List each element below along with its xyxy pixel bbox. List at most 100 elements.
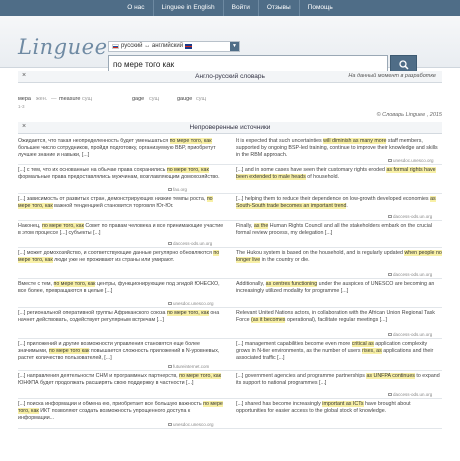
dict-translation-gauge[interactable]: gauge: [177, 96, 192, 102]
source-link[interactable]: futureinternet.com: [168, 364, 209, 369]
example-row: [...] с тем, что их основанные на обычае…: [18, 165, 442, 194]
russian-flag-icon: [112, 44, 119, 49]
russian-sentence[interactable]: Вместе с тем, по мере того, как центры, …: [18, 281, 224, 295]
sentence-text: [...] and in some cases have seen their …: [236, 167, 387, 173]
source-link[interactable]: daccess-ods.un.org: [388, 332, 432, 337]
nav-english[interactable]: Linguee in English: [154, 0, 224, 16]
russian-sentence[interactable]: [...] приложений и другие возможности уп…: [18, 341, 224, 363]
top-nav: О нас Linguee in English Войти Отзывы По…: [0, 0, 460, 16]
source-link[interactable]: unesdoc.unesco.org: [168, 422, 214, 427]
highlighted-phrase: по мере того, как: [53, 281, 96, 287]
highlighted-phrase: по мере того как: [48, 348, 90, 355]
highlighted-phrase: по мере того, как: [166, 167, 209, 173]
sentence-text: [...] поиска информации и обмена ею, при…: [18, 401, 204, 407]
source-link[interactable]: daccess-ods.un.org: [168, 241, 212, 246]
russian-sentence[interactable]: [...] может домохозяйство, и соответству…: [18, 250, 224, 264]
dictionary-section-header: × Англо-русский словарь На данный момент…: [18, 71, 442, 83]
sentence-text: [...] management capabilities become eve…: [236, 341, 352, 347]
sentence-text: Ожидается, что такая неопределенность бу…: [18, 138, 170, 144]
english-sentence[interactable]: [...] helping them to reduce their depen…: [236, 196, 442, 210]
sentence-text: [...] региональной оперативной группы Аф…: [18, 310, 167, 316]
sentence-text: Вместе с тем,: [18, 281, 54, 287]
sentence-text: [...] зависимость от развитых стран, дем…: [18, 196, 207, 202]
dict-tpos: сущ: [82, 96, 93, 102]
source-link[interactable]: daccess-ods.un.org: [388, 214, 432, 219]
sentence-text: важной тенденцией становится торговля Юг…: [52, 203, 174, 210]
language-select[interactable]: русский ↔ английский ▼: [108, 41, 240, 52]
dict-arrow: —: [51, 96, 57, 102]
dict-translation-measure[interactable]: measure: [59, 96, 80, 102]
search-icon: [398, 59, 409, 70]
russian-sentence[interactable]: [...] поиска информации и обмена ею, при…: [18, 401, 224, 423]
copyright: © Словарь Linguee , 2015: [376, 112, 442, 118]
highlighted-phrase: as UNFPA continues: [366, 373, 415, 379]
source-link[interactable]: unesdoc.unesco.org: [388, 158, 434, 163]
highlighted-phrase: will diminish as many more: [323, 138, 387, 144]
english-sentence[interactable]: Finally, as the Human Rights Council and…: [236, 223, 442, 237]
dict-translation-gage[interactable]: gage: [132, 96, 144, 102]
source-link[interactable]: daccess-ods.un.org: [388, 392, 432, 397]
english-sentence[interactable]: The Hukou system is based on the househo…: [236, 250, 442, 264]
sentence-text: .: [346, 203, 348, 210]
russian-sentence[interactable]: Наконец, по мере того, как Совет по прав…: [18, 223, 224, 237]
russian-sentence[interactable]: [...] региональной оперативной группы Аф…: [18, 310, 224, 324]
source-link[interactable]: unesdoc.unesco.org: [168, 301, 214, 306]
source-domain: daccess-ods.un.org: [393, 272, 433, 277]
example-row: [...] направления деятельности СНМ и про…: [18, 371, 442, 399]
sentence-text: большее число сотрудников, пройдя подгот…: [18, 145, 216, 159]
example-row: [...] зависимость от развитых стран, дем…: [18, 194, 442, 221]
external-link-icon: [388, 333, 392, 337]
sentence-text: of household.: [305, 174, 340, 181]
sentence-text: Наконец,: [18, 223, 42, 229]
english-sentence[interactable]: [...] and in some cases have seen their …: [236, 167, 442, 181]
sentence-text: ИКТ позволяют создать возможность упроще…: [18, 408, 191, 422]
external-link-icon: [168, 188, 172, 192]
external-title: Непроверенные источники: [189, 124, 271, 131]
dict-word[interactable]: мера: [18, 96, 31, 102]
example-row: [...] может домохозяйство, и соответству…: [18, 248, 442, 279]
russian-sentence[interactable]: Ожидается, что такая неопределенность бу…: [18, 138, 224, 160]
source-domain: daccess-ods.un.org: [393, 392, 433, 397]
nav-help[interactable]: Помощь: [300, 0, 341, 16]
highlighted-phrase: по мере того, как: [166, 310, 209, 316]
sentence-text: [...] government agencies and programme …: [236, 373, 367, 379]
sentence-text: формальные права предоставлялись мужчина…: [18, 174, 220, 181]
russian-sentence[interactable]: [...] зависимость от развитых стран, дем…: [18, 196, 224, 210]
english-sentence[interactable]: [...] management capabilities become eve…: [236, 341, 442, 363]
nav-about[interactable]: О нас: [119, 0, 154, 16]
english-sentence[interactable]: Relevant United Nations actors, in colla…: [236, 310, 442, 324]
sentence-text: [...] helping them to reduce their depen…: [236, 196, 431, 202]
source-link[interactable]: fao.org: [168, 187, 187, 192]
dictionary-note: На данный момент в разработке: [348, 73, 436, 79]
dict-tpos: сущ: [196, 96, 207, 102]
external-link-icon: [168, 365, 172, 369]
example-row: [...] поиска информации и обмена ею, при…: [18, 399, 442, 429]
linguee-logo[interactable]: Linguee: [18, 35, 108, 59]
highlighted-phrase: rises, as: [362, 348, 382, 355]
language-pair-label: русский ↔ английский: [121, 43, 184, 49]
example-row: [...] приложений и другие возможности уп…: [18, 339, 442, 371]
russian-sentence[interactable]: [...] направления деятельности СНМ и про…: [18, 373, 224, 387]
external-link-icon: [388, 159, 392, 163]
external-link-icon: [388, 273, 392, 277]
external-link-icon: [388, 393, 392, 397]
english-sentence[interactable]: [...] shared has become increasingly imp…: [236, 401, 442, 415]
sentence-text: Additionally,: [236, 281, 266, 287]
source-domain: daccess-ods.un.org: [173, 241, 213, 246]
source-domain: daccess-ods.un.org: [393, 214, 433, 219]
nav-login[interactable]: Войти: [224, 0, 259, 16]
highlighted-phrase: (as it becomes: [251, 317, 286, 324]
nav-feedback[interactable]: Отзывы: [259, 0, 300, 16]
external-link-icon: [168, 423, 172, 427]
russian-sentence[interactable]: [...] с тем, что их основанные на обычае…: [18, 167, 224, 181]
source-link[interactable]: daccess-ods.un.org: [388, 272, 432, 277]
english-sentence[interactable]: [...] government agencies and programme …: [236, 373, 442, 387]
english-sentence[interactable]: It is expected that such uncertainties w…: [236, 138, 442, 160]
external-link-icon: [388, 215, 392, 219]
highlighted-phrase: по мере того, как: [41, 223, 84, 229]
sentence-text: [...] с тем, что их основанные на обычае…: [18, 167, 167, 173]
chevron-down-icon: ▼: [230, 42, 239, 51]
english-sentence[interactable]: Additionally, as centres functioning und…: [236, 281, 442, 295]
example-row: [...] региональной оперативной группы Аф…: [18, 308, 442, 339]
highlighted-phrase: important as ICTs: [322, 401, 364, 407]
